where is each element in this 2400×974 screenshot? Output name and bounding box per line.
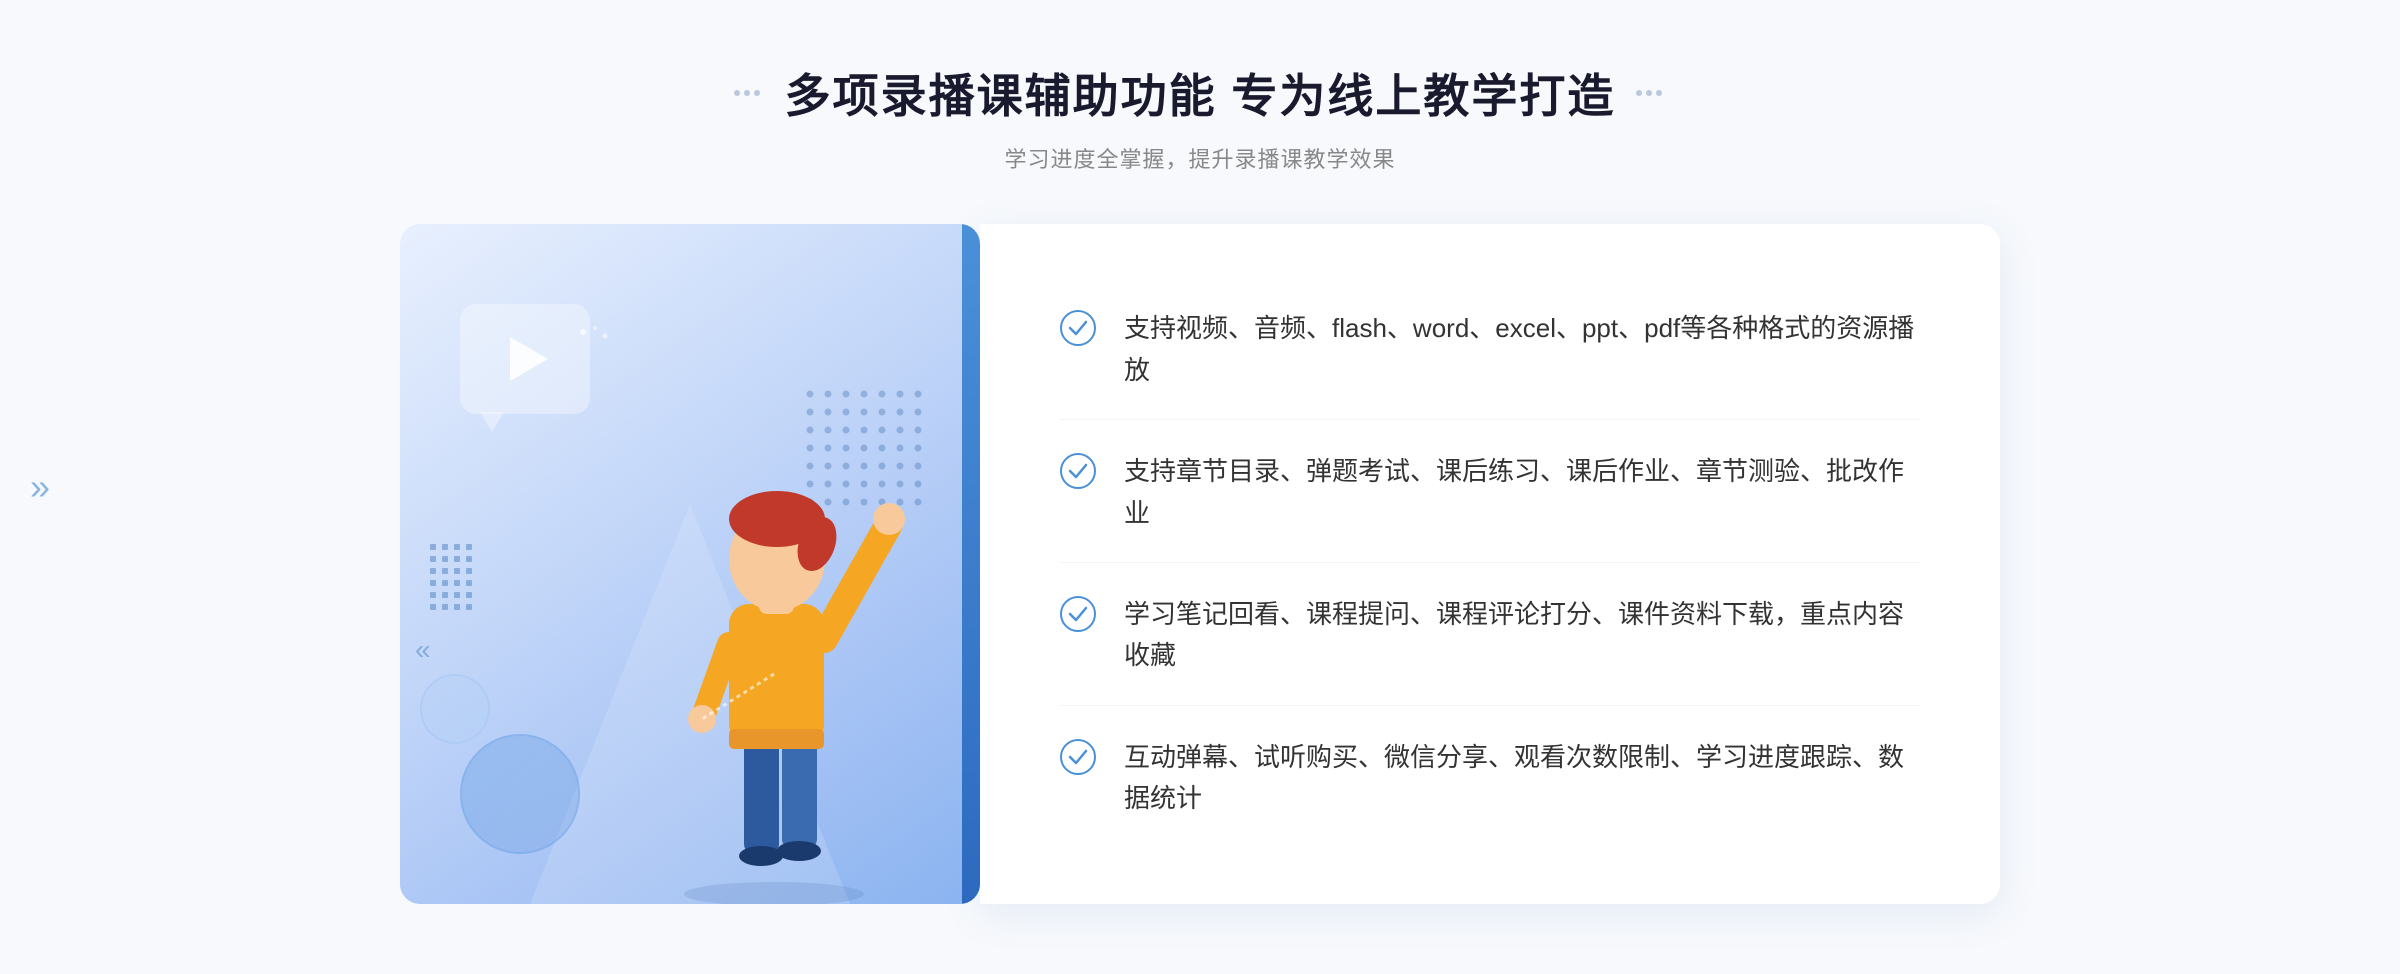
left-page-arrows: » xyxy=(30,466,50,508)
check-icon-2 xyxy=(1060,453,1096,489)
check-icon-4 xyxy=(1060,739,1096,775)
feature-item-4: 互动弹幕、试听购买、微信分享、观看次数限制、学习进度跟踪、数据统计 xyxy=(1060,709,1920,848)
play-icon xyxy=(510,337,548,381)
page-container: 多项录播课辅助功能 专为线上教学打造 学习进度全掌握，提升录播课教学效果 » xyxy=(0,0,2400,974)
content-panel: 支持视频、音频、flash、word、excel、ppt、pdf等各种格式的资源… xyxy=(980,224,2000,904)
feature-item-2: 支持章节目录、弹题考试、课后练习、课后作业、章节测验、批改作业 xyxy=(1060,423,1920,563)
deco-circle-blue xyxy=(460,734,580,854)
feature-text-3: 学习笔记回看、课程提问、课程评论打分、课件资料下载，重点内容收藏 xyxy=(1124,594,1920,677)
sparkle-decoration xyxy=(575,324,615,364)
chevron-left-arrows: « xyxy=(415,636,431,664)
page-title: 多项录播课辅助功能 专为线上教学打造 xyxy=(785,60,1616,126)
left-title-decorator xyxy=(733,87,765,99)
right-title-decorator xyxy=(1635,87,1667,99)
feature-item-1: 支持视频、音频、flash、word、excel、ppt、pdf等各种格式的资源… xyxy=(1060,280,1920,420)
main-content: // dots rendered below via SVG directly xyxy=(400,224,2000,904)
feature-item-3: 学习笔记回看、课程提问、课程评论打分、课件资料下载，重点内容收藏 xyxy=(1060,566,1920,706)
feature-text-2: 支持章节目录、弹题考试、课后练习、课后作业、章节测验、批改作业 xyxy=(1124,451,1920,534)
feature-text-1: 支持视频、音频、flash、word、excel、ppt、pdf等各种格式的资源… xyxy=(1124,308,1920,391)
header-section: 多项录播课辅助功能 专为线上教学打造 学习进度全掌握，提升录播课教学效果 xyxy=(733,60,1668,174)
feature-text-4: 互动弹幕、试听购买、微信分享、观看次数限制、学习进度跟踪、数据统计 xyxy=(1124,737,1920,820)
page-subtitle: 学习进度全掌握，提升录播课教学效果 xyxy=(733,142,1668,174)
check-icon-3 xyxy=(1060,596,1096,632)
play-bubble xyxy=(460,304,590,414)
deco-circle-small xyxy=(420,674,490,744)
illustration-card: // dots rendered below via SVG directly xyxy=(400,224,980,904)
blue-bar xyxy=(962,224,980,904)
character-illustration xyxy=(634,384,914,904)
title-wrapper: 多项录播课辅助功能 专为线上教学打造 xyxy=(733,60,1668,126)
check-icon-1 xyxy=(1060,310,1096,346)
stripe-decoration xyxy=(430,544,472,610)
